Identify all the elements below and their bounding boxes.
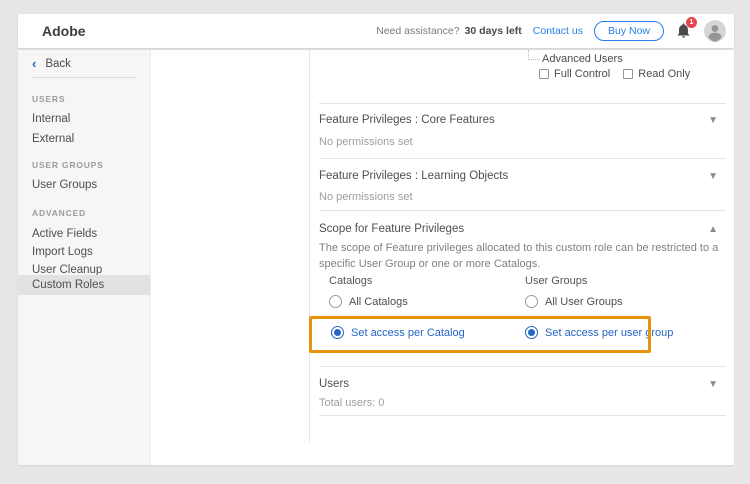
sidebar-item-external[interactable]: External [18,129,150,149]
divider [319,366,726,367]
read-only-label: Read Only [638,68,690,80]
checkbox-unchecked-icon[interactable] [623,69,633,79]
chevron-up-icon[interactable]: ▲ [708,225,718,235]
radio-selected-icon[interactable] [331,326,344,339]
chevron-left-icon: ‹ [32,57,36,70]
set-access-per-user-group-option[interactable]: Set access per user group [525,326,673,339]
advanced-users-node-label: Advanced Users [542,53,623,65]
avatar-icon [704,20,726,42]
notification-badge: 1 [686,17,697,28]
sidebar-item-user-groups[interactable]: User Groups [18,175,150,195]
radio-selected-icon[interactable] [525,326,538,339]
sidebar-item-custom-roles-active[interactable]: Custom Roles [18,275,150,295]
chevron-down-icon[interactable]: ▼ [708,116,718,126]
back-label: Back [45,58,71,70]
sidebar-heading-advanced: ADVANCED [32,208,86,218]
contact-us-link[interactable]: Contact us [533,25,583,37]
section-title-users: Users [319,378,349,390]
trial-days-left: 30 days left [465,25,522,37]
sidebar-heading-users: USERS [32,94,65,104]
left-sidebar: ‹ Back USERS Internal External USER GROU… [18,50,151,465]
catalogs-column-heading: Catalogs [329,275,372,287]
main-content: Advanced Users Full Control Read Only Fe… [151,50,734,465]
sidebar-item-active-fields[interactable]: Active Fields [18,224,150,244]
full-control-label: Full Control [554,68,610,80]
section-title-learning-objects: Feature Privileges : Learning Objects [319,170,508,182]
content-panel: ‹ Back USERS Internal External USER GROU… [18,50,734,465]
users-total: Total users: 0 [319,397,384,409]
section-title-scope: Scope for Feature Privileges [319,223,464,235]
scope-description: The scope of Feature privileges allocate… [319,241,723,273]
chevron-down-icon[interactable]: ▼ [708,380,718,390]
chevron-down-icon[interactable]: ▼ [708,172,718,182]
core-features-status: No permissions set [319,136,413,148]
tree-connector [528,50,540,60]
read-only-option[interactable]: Read Only [623,68,690,80]
advanced-users-permissions: Full Control Read Only [539,68,690,80]
user-avatar[interactable] [704,20,726,42]
assistance-text: Need assistance? [376,25,459,37]
full-control-option[interactable]: Full Control [539,68,610,80]
section-title-core-features: Feature Privileges : Core Features [319,114,495,126]
all-catalogs-label: All Catalogs [349,296,408,308]
divider [32,77,136,78]
top-header: Adobe Need assistance? 30 days left Cont… [18,14,734,48]
notifications-bell-icon[interactable]: 1 [675,21,693,41]
content-left-border [309,50,310,442]
sidebar-item-import-logs[interactable]: Import Logs [18,242,150,262]
sidebar-item-internal[interactable]: Internal [18,109,150,129]
divider [319,103,726,104]
user-groups-column-heading: User Groups [525,275,587,287]
divider [319,415,726,416]
set-access-per-catalog-label: Set access per Catalog [351,327,465,339]
back-button[interactable]: ‹ Back [32,57,71,70]
divider [319,210,726,211]
page-background: Adobe Need assistance? 30 days left Cont… [0,0,750,484]
all-catalogs-option[interactable]: All Catalogs [329,295,408,308]
checkbox-unchecked-icon[interactable] [539,69,549,79]
all-user-groups-option[interactable]: All User Groups [525,295,623,308]
set-access-per-catalog-option[interactable]: Set access per Catalog [331,326,465,339]
adobe-logo: Adobe [42,14,86,48]
sidebar-heading-user-groups: USER GROUPS [32,160,104,170]
radio-unselected-icon[interactable] [329,295,342,308]
buy-now-button[interactable]: Buy Now [594,21,664,41]
divider [319,158,726,159]
learning-objects-status: No permissions set [319,191,413,203]
radio-unselected-icon[interactable] [525,295,538,308]
set-access-per-user-group-label: Set access per user group [545,327,673,339]
all-user-groups-label: All User Groups [545,296,623,308]
header-actions: Need assistance? 30 days left Contact us… [376,14,726,48]
